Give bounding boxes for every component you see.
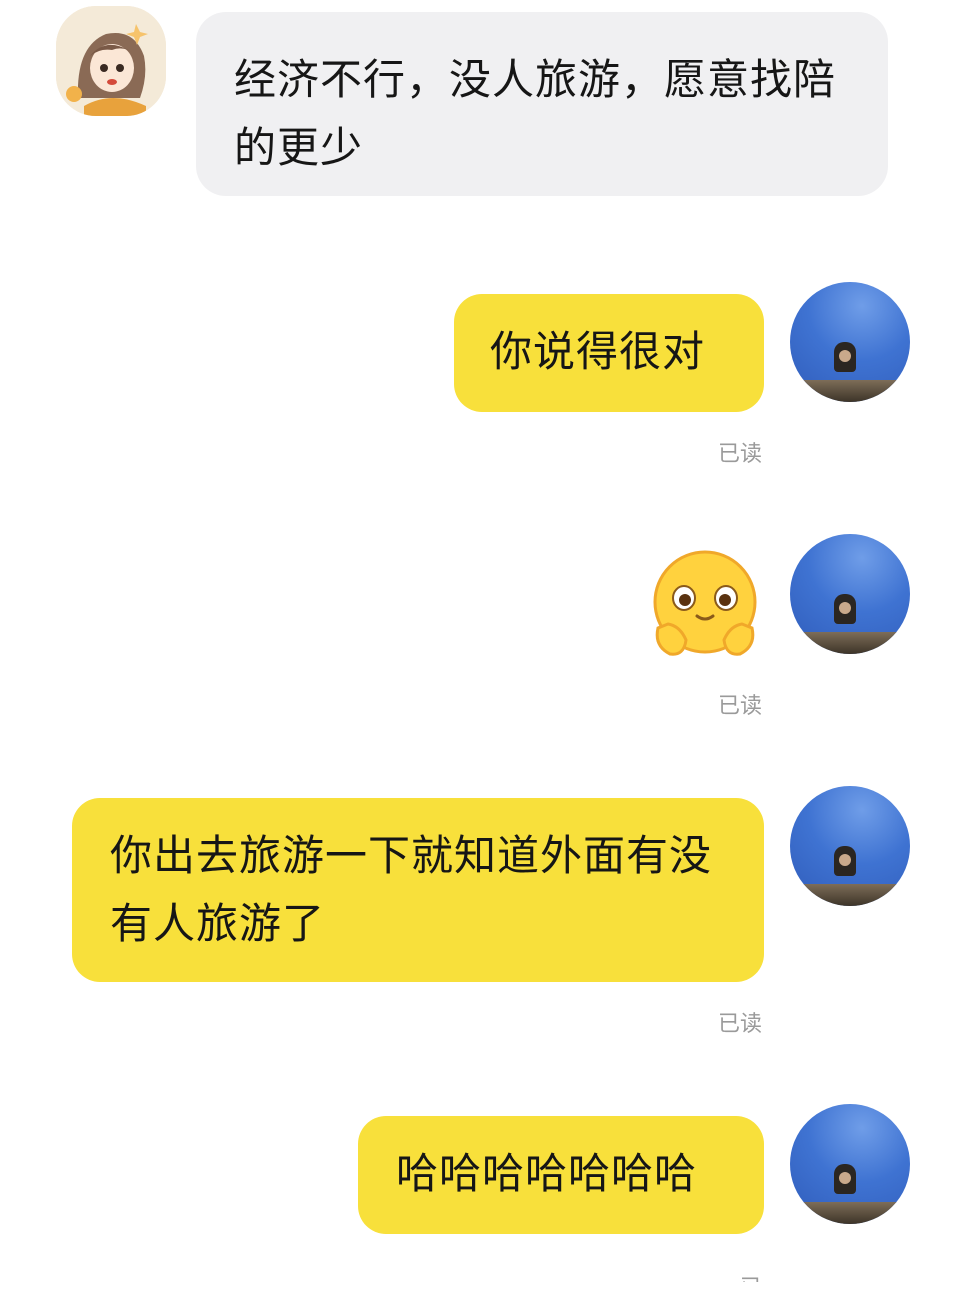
my-avatar[interactable] (790, 534, 910, 654)
anime-character-icon (56, 6, 166, 116)
message-text: 你说得很对 (490, 327, 706, 376)
avatar-ground (790, 632, 910, 654)
avatar-face (839, 854, 851, 866)
message-text: 经济不行，没人旅游，愿意找陪的更少 (234, 55, 837, 172)
contact-avatar[interactable] (56, 6, 166, 116)
message-bubble-received[interactable]: 经济不行，没人旅游，愿意找陪的更少 (196, 12, 888, 196)
avatar-face (839, 602, 851, 614)
message-bubble-sent[interactable]: 你说得很对 (454, 294, 764, 412)
my-avatar[interactable] (790, 786, 910, 906)
read-status: 已读 (717, 694, 762, 719)
my-avatar[interactable] (790, 1104, 910, 1224)
message-text: 哈哈哈哈哈哈哈 (396, 1149, 698, 1198)
avatar-face (839, 1172, 851, 1184)
hug-face-emoji-icon[interactable] (650, 550, 760, 660)
my-avatar[interactable] (790, 282, 910, 402)
read-status: 已读 (717, 442, 762, 467)
avatar-face (839, 350, 851, 362)
avatar-ground (790, 380, 910, 402)
read-status: 已读 (717, 1012, 762, 1037)
message-bubble-sent[interactable]: 你出去旅游一下就知道外面有没有人旅游了 (72, 798, 764, 982)
avatar-ground (790, 1202, 910, 1224)
message-text: 你出去旅游一下就知道外面有没有人旅游了 (110, 831, 713, 948)
read-status: 已 (740, 1270, 762, 1282)
avatar-ground (790, 884, 910, 906)
message-bubble-sent[interactable]: 哈哈哈哈哈哈哈 (358, 1116, 764, 1234)
